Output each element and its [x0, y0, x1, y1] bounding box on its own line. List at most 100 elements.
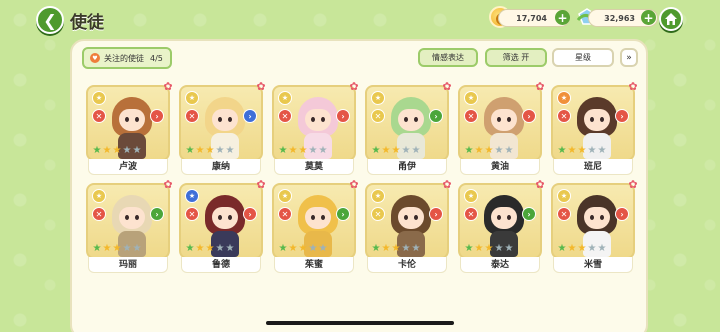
- apostle-card[interactable]: ★ ✕ › ★ ★ ★ ★ ★ ✿ 米雪: [551, 179, 638, 277]
- star-icon: ★: [371, 243, 381, 254]
- add-gems-button[interactable]: +: [641, 10, 656, 25]
- apostle-portrait: ★ ✕ › ★ ★ ★ ★ ★: [458, 183, 542, 259]
- star-rating: ★ ★ ★ ★ ★: [371, 146, 421, 156]
- class-badge-icon: ✕: [278, 207, 292, 221]
- apostle-portrait: ★ ✕ › ★ ★ ★ ★ ★: [179, 85, 263, 161]
- star-icon: ★: [225, 243, 235, 254]
- apostle-card[interactable]: ★ ✕ › ★ ★ ★ ★ ★ ✿ 莫莫: [272, 81, 359, 179]
- apostle-name: 莫莫: [274, 159, 354, 175]
- flower-icon: ✿: [628, 80, 638, 93]
- star-icon: ★: [597, 145, 607, 156]
- star-icon: ★: [494, 243, 504, 254]
- star-icon: ★: [185, 243, 195, 254]
- apostle-name: 黄油: [460, 159, 540, 175]
- home-button[interactable]: [659, 7, 683, 31]
- apostle-card[interactable]: ★ ✕ › ★ ★ ★ ★ ★ ✿ 康纳: [179, 81, 266, 179]
- apostle-name: 泰达: [460, 257, 540, 273]
- chevron-right-icon: ›: [243, 207, 257, 221]
- apostle-name: 鲁德: [181, 257, 261, 273]
- star-icon: ★: [215, 243, 225, 254]
- star-icon: ★: [464, 243, 474, 254]
- star-icon: ★: [288, 243, 298, 254]
- star-icon: ★: [557, 243, 567, 254]
- rank-badge-icon: ★: [464, 91, 478, 105]
- star-icon: ★: [205, 145, 215, 156]
- apostle-card[interactable]: ★ ✕ › ★ ★ ★ ★ ★ ✿ 泰达: [458, 179, 545, 277]
- apostle-card[interactable]: ★ ✕ › ★ ★ ★ ★ ★ ✿ 卡伦: [365, 179, 452, 277]
- class-badge-icon: ✕: [464, 109, 478, 123]
- apostle-name: 康纳: [181, 159, 261, 175]
- flower-icon: ✿: [442, 178, 452, 191]
- star-rating: ★ ★ ★ ★ ★: [464, 244, 514, 254]
- chevron-right-icon: ›: [336, 109, 350, 123]
- home-indicator: [266, 321, 454, 325]
- star-rating: ★ ★ ★ ★ ★: [278, 146, 328, 156]
- apostle-card[interactable]: ★ ✕ › ★ ★ ★ ★ ★ ✿ 黄油: [458, 81, 545, 179]
- apostle-name: 甬伊: [367, 159, 447, 175]
- star-rating: ★ ★ ★ ★ ★: [92, 146, 142, 156]
- star-icon: ★: [122, 243, 132, 254]
- chevron-right-icon: ›: [243, 109, 257, 123]
- apostle-card[interactable]: ★ ✕ › ★ ★ ★ ★ ★ ✿ 茱蜜: [272, 179, 359, 277]
- flower-icon: ✿: [256, 178, 266, 191]
- rank-badge-icon: ★: [278, 189, 292, 203]
- star-icon: ★: [484, 243, 494, 254]
- star-icon: ★: [185, 145, 195, 156]
- apostle-portrait: ★ ✕ › ★ ★ ★ ★ ★: [86, 85, 170, 161]
- follow-filter[interactable]: ♥ 关注的使徒 4/5: [82, 47, 172, 69]
- apostle-portrait: ★ ✕ › ★ ★ ★ ★ ★: [365, 85, 449, 161]
- star-sort-button[interactable]: 星级: [552, 48, 614, 67]
- chevron-right-icon: ›: [522, 207, 536, 221]
- class-badge-icon: ✕: [185, 207, 199, 221]
- star-icon: ★: [102, 243, 112, 254]
- star-icon: ★: [474, 145, 484, 156]
- star-icon: ★: [411, 243, 421, 254]
- chevron-right-icon: ›: [615, 207, 629, 221]
- star-icon: ★: [391, 145, 401, 156]
- flower-icon: ✿: [349, 80, 359, 93]
- star-icon: ★: [401, 145, 411, 156]
- apostle-portrait: ★ ✕ › ★ ★ ★ ★ ★: [458, 85, 542, 161]
- apostle-panel: ♥ 关注的使徒 4/5 情感表达 筛选 开 星级 » ★ ✕ › ★ ★ ★ ★ ★ ✿ 卢波 ★ ✕…: [70, 39, 648, 332]
- apostle-portrait: ★ ✕ › ★ ★ ★ ★ ★: [272, 85, 356, 161]
- star-icon: ★: [318, 243, 328, 254]
- coin-amount: 17,704: [516, 13, 547, 23]
- add-coins-button[interactable]: +: [555, 10, 570, 25]
- page-title: 使徒: [70, 13, 104, 33]
- apostle-card[interactable]: ★ ✕ › ★ ★ ★ ★ ★ ✿ 玛丽: [86, 179, 173, 277]
- star-icon: ★: [195, 243, 205, 254]
- apostle-card[interactable]: ★ ✕ › ★ ★ ★ ★ ★ ✿ 鲁德: [179, 179, 266, 277]
- gem-amount: 32,963: [604, 13, 635, 23]
- apostle-card[interactable]: ★ ✕ › ★ ★ ★ ★ ★ ✿ 甬伊: [365, 81, 452, 179]
- star-icon: ★: [92, 145, 102, 156]
- star-icon: ★: [577, 243, 587, 254]
- class-badge-icon: ✕: [92, 109, 106, 123]
- class-badge-icon: ✕: [92, 207, 106, 221]
- apostle-card[interactable]: ★ ✕ › ★ ★ ★ ★ ★ ✿ 卢波: [86, 81, 173, 179]
- apostle-portrait: ★ ✕ › ★ ★ ★ ★ ★: [365, 183, 449, 259]
- rank-badge-icon: ★: [185, 91, 199, 105]
- apostle-portrait: ★ ✕ › ★ ★ ★ ★ ★: [272, 183, 356, 259]
- apostle-portrait: ★ ✕ › ★ ★ ★ ★ ★: [551, 85, 635, 161]
- rank-badge-icon: ★: [371, 189, 385, 203]
- class-badge-icon: ✕: [371, 109, 385, 123]
- dropdown-toggle-icon[interactable]: »: [620, 48, 638, 67]
- star-icon: ★: [597, 243, 607, 254]
- chevron-right-icon: ›: [615, 109, 629, 123]
- star-icon: ★: [318, 145, 328, 156]
- star-icon: ★: [474, 243, 484, 254]
- filter-button[interactable]: 筛选 开: [485, 48, 547, 67]
- follow-count: 4/5: [150, 53, 163, 63]
- star-icon: ★: [288, 145, 298, 156]
- emotion-button[interactable]: 情感表达: [418, 48, 478, 67]
- star-icon: ★: [567, 145, 577, 156]
- apostle-card[interactable]: ★ ✕ › ★ ★ ★ ★ ★ ✿ 班尼: [551, 81, 638, 179]
- back-button[interactable]: ❮: [36, 6, 64, 34]
- star-icon: ★: [484, 145, 494, 156]
- class-badge-icon: ✕: [185, 109, 199, 123]
- rank-badge-icon: ★: [185, 189, 199, 203]
- class-badge-icon: ✕: [278, 109, 292, 123]
- star-icon: ★: [112, 145, 122, 156]
- star-rating: ★ ★ ★ ★ ★: [464, 146, 514, 156]
- flower-icon: ✿: [535, 80, 545, 93]
